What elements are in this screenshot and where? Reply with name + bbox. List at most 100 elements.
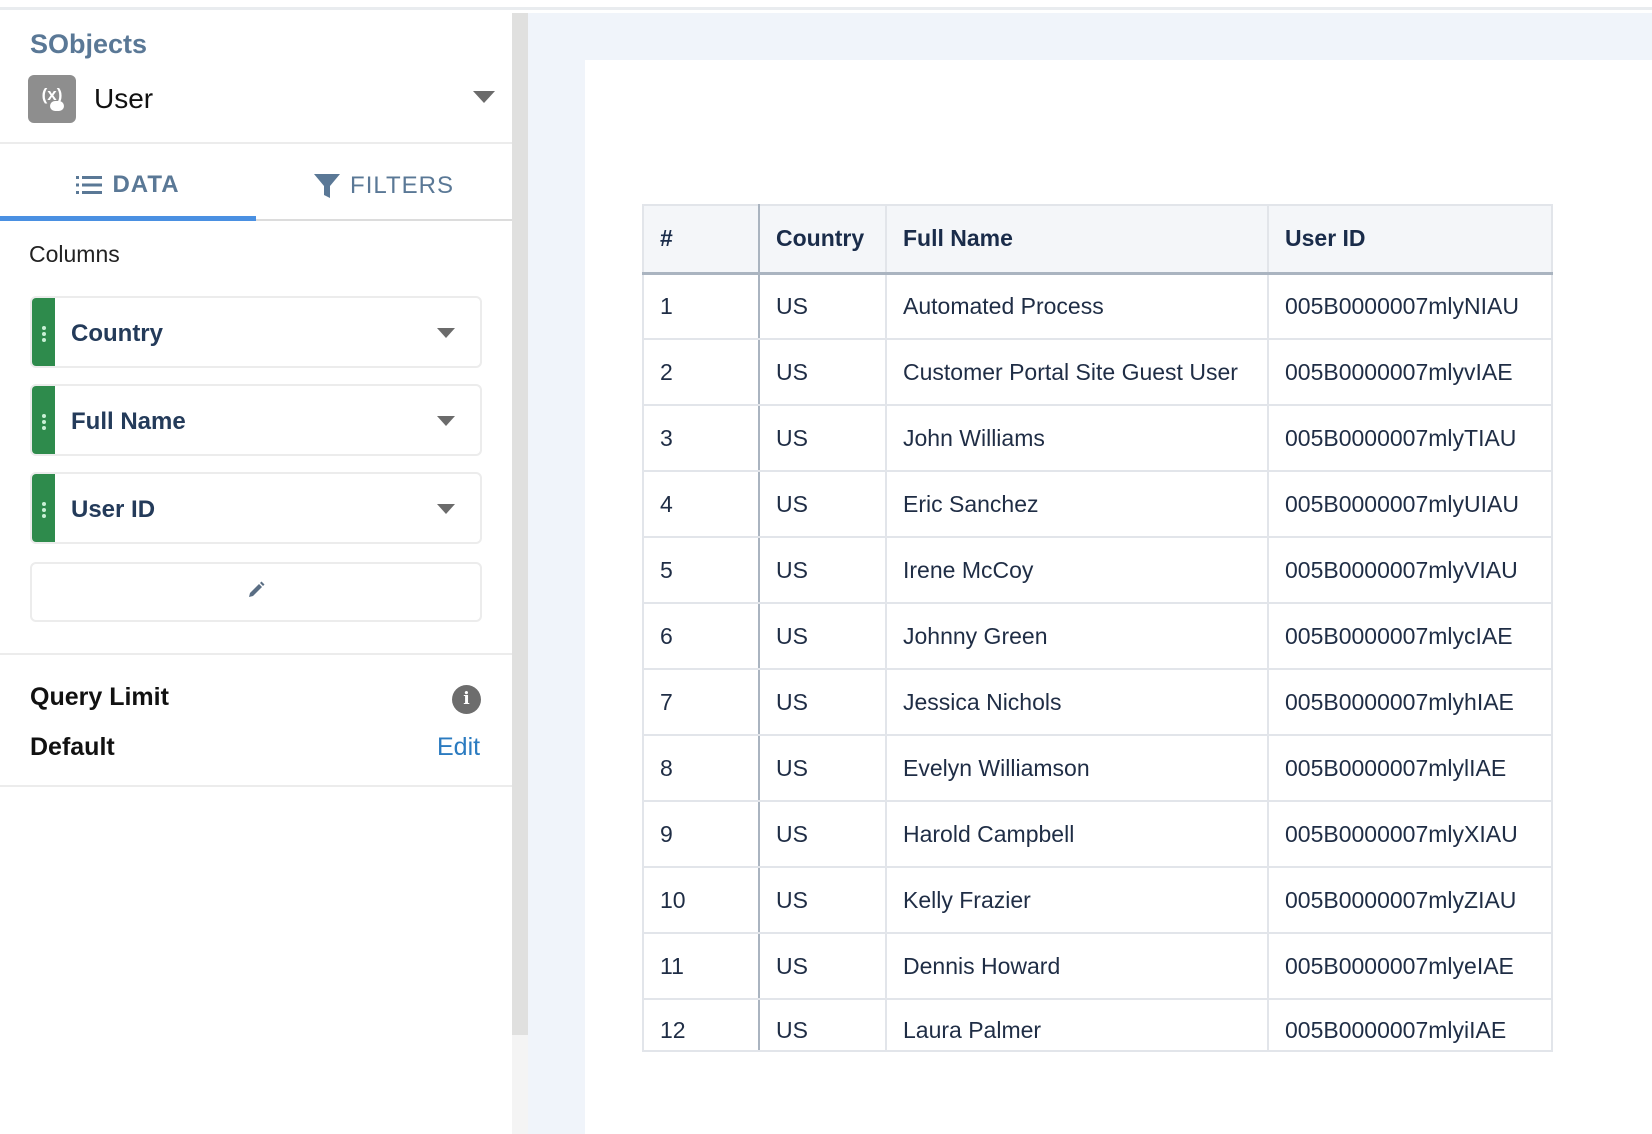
cell-user-id: 005B0000007mlyhIAE bbox=[1267, 668, 1553, 736]
cell-country: US bbox=[758, 668, 887, 736]
cell-index: 7 bbox=[642, 668, 760, 736]
pencil-icon bbox=[247, 581, 265, 604]
column-card-user-id[interactable]: User ID bbox=[30, 472, 482, 544]
sidebar-scrollbar[interactable] bbox=[512, 13, 528, 1134]
table-row[interactable]: 8 US Evelyn Williamson 005B0000007mlylIAE bbox=[642, 734, 1553, 802]
table-row[interactable]: 4 US Eric Sanchez 005B0000007mlyUIAU bbox=[642, 470, 1553, 538]
cell-user-id: 005B0000007mlyNIAU bbox=[1267, 272, 1553, 340]
header-user-id[interactable]: User ID bbox=[1267, 204, 1553, 275]
cell-user-id: 005B0000007mlyZIAU bbox=[1267, 866, 1553, 934]
chevron-down-icon[interactable] bbox=[473, 91, 495, 103]
chevron-down-icon[interactable] bbox=[437, 328, 455, 338]
divider bbox=[0, 785, 512, 787]
cell-index: 4 bbox=[642, 470, 760, 538]
table-row[interactable]: 12 US Laura Palmer 005B0000007mlyiIAE bbox=[642, 998, 1553, 1052]
object-selector[interactable]: (x) User bbox=[28, 75, 500, 123]
header-index[interactable]: # bbox=[642, 204, 760, 275]
main-panel: # Country Full Name User ID 1 US Automated… bbox=[528, 13, 1652, 1134]
cell-country: US bbox=[758, 932, 887, 1000]
column-card-full-name[interactable]: Full Name bbox=[30, 384, 482, 456]
tab-data-label: DATA bbox=[112, 170, 180, 198]
chevron-down-icon[interactable] bbox=[437, 416, 455, 426]
header-country[interactable]: Country bbox=[758, 204, 887, 275]
sidebar-tabs: DATA FILTERS bbox=[0, 153, 512, 221]
table-header-row: # Country Full Name User ID bbox=[642, 204, 1553, 275]
filter-icon bbox=[314, 173, 341, 199]
cell-user-id: 005B0000007mlyVIAU bbox=[1267, 536, 1553, 604]
table-row[interactable]: 7 US Jessica Nichols 005B0000007mlyhIAE bbox=[642, 668, 1553, 736]
cell-full-name: Customer Portal Site Guest User bbox=[885, 338, 1269, 406]
cell-full-name: Jessica Nichols bbox=[885, 668, 1269, 736]
cell-full-name: Automated Process bbox=[885, 272, 1269, 340]
table-row[interactable]: 6 US Johnny Green 005B0000007mlycIAE bbox=[642, 602, 1553, 670]
table-row[interactable]: 2 US Customer Portal Site Guest User 005B00… bbox=[642, 338, 1553, 406]
cell-country: US bbox=[758, 404, 887, 472]
cell-index: 6 bbox=[642, 602, 760, 670]
cell-country: US bbox=[758, 734, 887, 802]
cell-user-id: 005B0000007mlycIAE bbox=[1267, 602, 1553, 670]
cell-user-id: 005B0000007mlylIAE bbox=[1267, 734, 1553, 802]
cell-index: 1 bbox=[642, 272, 760, 340]
cell-full-name: John Williams bbox=[885, 404, 1269, 472]
column-name: User ID bbox=[71, 496, 156, 523]
cell-index: 11 bbox=[642, 932, 760, 1000]
cell-full-name: Laura Palmer bbox=[885, 998, 1269, 1052]
cell-user-id: 005B0000007mlyiIAE bbox=[1267, 998, 1553, 1052]
table-row[interactable]: 11 US Dennis Howard 005B0000007mlyeIAE bbox=[642, 932, 1553, 1000]
cell-full-name: Johnny Green bbox=[885, 602, 1269, 670]
cell-country: US bbox=[758, 536, 887, 604]
cell-full-name: Eric Sanchez bbox=[885, 470, 1269, 538]
results-table: # Country Full Name User ID 1 US Automated… bbox=[642, 204, 1553, 1052]
divider bbox=[0, 142, 512, 144]
chevron-down-icon[interactable] bbox=[437, 504, 455, 514]
cell-full-name: Evelyn Williamson bbox=[885, 734, 1269, 802]
table-row[interactable]: 1 US Automated Process 005B0000007mlyNIAU bbox=[642, 272, 1553, 340]
table-row[interactable]: 3 US John Williams 005B0000007mlyTIAU bbox=[642, 404, 1553, 472]
cell-full-name: Harold Campbell bbox=[885, 800, 1269, 868]
table-row[interactable]: 5 US Irene McCoy 005B0000007mlyVIAU bbox=[642, 536, 1553, 604]
sidebar-panel: SObjects (x) User DATA FILTERS Columns C… bbox=[0, 13, 540, 1134]
query-limit-value: Default bbox=[30, 733, 115, 761]
drag-handle-icon[interactable] bbox=[32, 298, 55, 366]
info-icon[interactable]: i bbox=[452, 685, 481, 714]
columns-label: Columns bbox=[29, 241, 120, 267]
cell-country: US bbox=[758, 602, 887, 670]
table-row[interactable]: 10 US Kelly Frazier 005B0000007mlyZIAU bbox=[642, 866, 1553, 934]
cell-country: US bbox=[758, 800, 887, 868]
cell-user-id: 005B0000007mlyTIAU bbox=[1267, 404, 1553, 472]
cell-user-id: 005B0000007mlyeIAE bbox=[1267, 932, 1553, 1000]
cell-index: 10 bbox=[642, 866, 760, 934]
cell-full-name: Dennis Howard bbox=[885, 932, 1269, 1000]
divider bbox=[0, 653, 512, 655]
drag-handle-icon[interactable] bbox=[32, 474, 55, 542]
edit-columns-button[interactable] bbox=[30, 562, 482, 622]
list-icon bbox=[76, 175, 103, 195]
cell-index: 2 bbox=[642, 338, 760, 406]
salesforce-variable-icon: (x) bbox=[28, 75, 76, 123]
column-name: Full Name bbox=[71, 408, 186, 435]
cell-country: US bbox=[758, 470, 887, 538]
top-bar bbox=[0, 0, 1652, 10]
results-canvas: # Country Full Name User ID 1 US Automated… bbox=[585, 60, 1652, 1134]
tab-filters-label: FILTERS bbox=[350, 172, 454, 199]
query-limit-edit-link[interactable]: Edit bbox=[437, 733, 480, 762]
cell-country: US bbox=[758, 866, 887, 934]
cell-country: US bbox=[758, 998, 887, 1052]
tab-data[interactable]: DATA bbox=[0, 153, 256, 221]
cell-index: 12 bbox=[642, 998, 760, 1052]
column-name: Country bbox=[71, 320, 163, 347]
scrollbar-thumb[interactable] bbox=[512, 13, 528, 1035]
cell-full-name: Kelly Frazier bbox=[885, 866, 1269, 934]
drag-handle-icon[interactable] bbox=[32, 386, 55, 454]
cell-index: 5 bbox=[642, 536, 760, 604]
cell-full-name: Irene McCoy bbox=[885, 536, 1269, 604]
table-row[interactable]: 9 US Harold Campbell 005B0000007mlyXIAU bbox=[642, 800, 1553, 868]
column-card-country[interactable]: Country bbox=[30, 296, 482, 368]
header-full-name[interactable]: Full Name bbox=[885, 204, 1269, 275]
cell-country: US bbox=[758, 338, 887, 406]
cell-country: US bbox=[758, 272, 887, 340]
tab-filters[interactable]: FILTERS bbox=[256, 153, 512, 221]
query-limit-label: Query Limit bbox=[30, 683, 169, 711]
cell-index: 9 bbox=[642, 800, 760, 868]
object-name: User bbox=[94, 83, 154, 114]
